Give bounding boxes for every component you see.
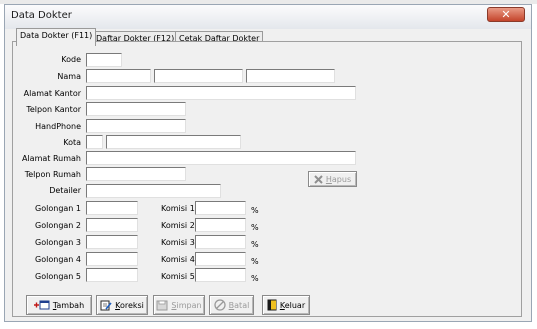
komisi-2-unit: % xyxy=(251,223,259,232)
title-bar[interactable]: Data Dokter ✕ xyxy=(5,5,531,29)
close-button[interactable]: ✕ xyxy=(487,7,525,22)
simpan-button[interactable]: Simpan xyxy=(153,295,205,315)
golongan-4-field[interactable] xyxy=(86,252,138,266)
golongan-5-label: Golongan 5 xyxy=(35,272,81,281)
komisi-3-label: Komisi 3 xyxy=(161,238,195,247)
batal-label: Batal xyxy=(228,300,250,310)
tab-data-dokter[interactable]: Data Dokter (F11) xyxy=(16,28,97,46)
tambah-button[interactable]: Tambah xyxy=(26,295,92,315)
detailer-field[interactable] xyxy=(86,184,221,198)
komisi-3-field[interactable] xyxy=(195,235,246,249)
keluar-label: Keluar xyxy=(279,300,306,310)
alamat-rumah-label: Alamat Rumah xyxy=(21,154,81,163)
komisi-2-label: Komisi 2 xyxy=(161,221,195,230)
cancel-icon xyxy=(214,299,226,311)
golongan-4-label: Golongan 4 xyxy=(35,255,81,264)
hapus-button[interactable]: Hapus xyxy=(308,171,357,187)
add-record-icon xyxy=(33,300,50,310)
telpon-rumah-label: Telpon Rumah xyxy=(24,170,81,179)
x-icon xyxy=(314,174,323,184)
komisi-4-field[interactable] xyxy=(195,252,246,266)
golongan-1-label: Golongan 1 xyxy=(35,204,81,213)
komisi-1-unit: % xyxy=(251,206,259,215)
kota-name-field[interactable] xyxy=(106,135,241,149)
kode-field[interactable] xyxy=(86,53,122,67)
golongan-2-label: Golongan 2 xyxy=(35,221,81,230)
nama-label: Nama xyxy=(57,72,81,81)
kode-label: Kode xyxy=(61,55,81,64)
golongan-1-field[interactable] xyxy=(86,201,138,215)
komisi-1-label: Komisi 1 xyxy=(161,204,195,213)
simpan-label: Simpan xyxy=(171,300,202,310)
nama-field-1[interactable] xyxy=(86,69,151,83)
telpon-rumah-field[interactable] xyxy=(86,167,186,181)
telpon-kantor-field[interactable] xyxy=(86,102,186,116)
handphone-field[interactable] xyxy=(86,119,186,133)
exit-door-icon xyxy=(267,299,277,311)
handphone-label: HandPhone xyxy=(35,122,81,131)
golongan-2-field[interactable] xyxy=(86,218,138,232)
komisi-4-unit: % xyxy=(251,257,259,266)
hapus-label: Hapus xyxy=(325,174,352,184)
kota-label: Kota xyxy=(63,138,81,147)
komisi-5-label: Komisi 5 xyxy=(161,272,195,281)
alamat-rumah-field[interactable] xyxy=(86,151,356,165)
alamat-kantor-field[interactable] xyxy=(86,86,356,100)
kota-code-field[interactable] xyxy=(86,135,103,149)
nama-field-3[interactable] xyxy=(246,69,335,83)
komisi-3-unit: % xyxy=(251,240,259,249)
detailer-label: Detailer xyxy=(49,186,81,195)
golongan-3-label: Golongan 3 xyxy=(35,238,81,247)
komisi-5-field[interactable] xyxy=(195,268,246,282)
golongan-3-field[interactable] xyxy=(86,235,138,249)
tab-label: Data Dokter (F11) xyxy=(20,31,93,40)
nama-field-2[interactable] xyxy=(154,69,243,83)
komisi-2-field[interactable] xyxy=(195,218,246,232)
koreksi-label: Koreksi xyxy=(115,300,144,310)
batal-button[interactable]: Batal xyxy=(209,295,254,315)
tambah-label: Tambah xyxy=(52,300,85,310)
koreksi-button[interactable]: Koreksi xyxy=(96,295,148,315)
komisi-1-field[interactable] xyxy=(195,201,246,215)
keluar-button[interactable]: Keluar xyxy=(262,295,310,315)
window-title: Data Dokter xyxy=(11,10,72,21)
save-icon xyxy=(156,300,168,310)
edit-icon xyxy=(100,300,112,311)
telpon-kantor-label: Telpon Kantor xyxy=(26,105,81,114)
komisi-4-label: Komisi 4 xyxy=(161,255,195,264)
komisi-5-unit: % xyxy=(251,274,259,283)
golongan-5-field[interactable] xyxy=(86,268,138,282)
close-icon: ✕ xyxy=(501,8,511,21)
alamat-kantor-label: Alamat Kantor xyxy=(23,89,81,98)
